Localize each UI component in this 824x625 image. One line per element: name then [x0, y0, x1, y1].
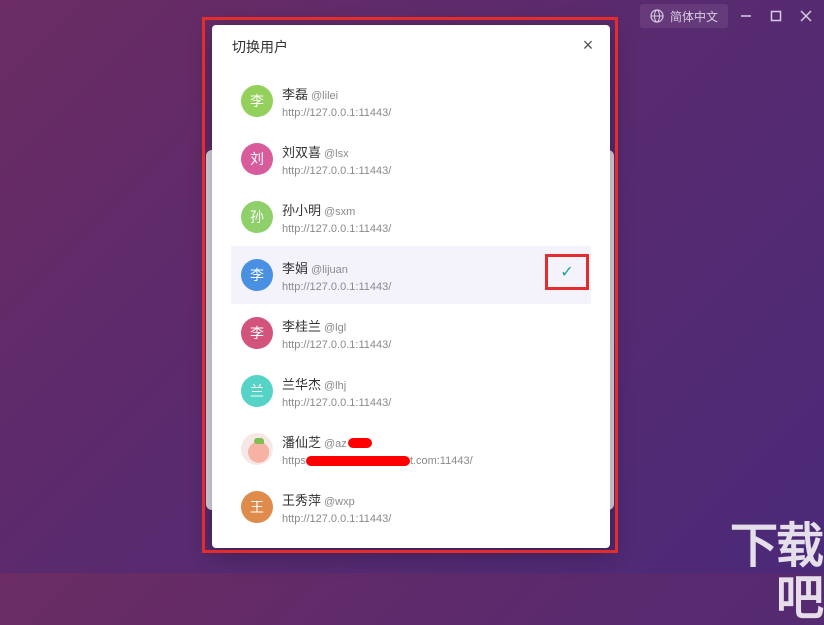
user-url: http://127.0.0.1:11443/ [282, 164, 392, 177]
user-name-line: 潘仙芝 @az [282, 432, 473, 451]
user-name-line: 刘双喜 @lsx [282, 142, 391, 161]
user-name-line: 兰华杰 @lhj [282, 374, 391, 393]
avatar: 王 [241, 491, 273, 523]
user-list: 李 李磊 @lilei http://127.0.0.1:11443/ 刘 刘双喜… [231, 72, 591, 536]
minimize-button[interactable] [734, 4, 758, 28]
peach-avatar-icon [241, 433, 273, 465]
user-url: http://127.0.0.1:11443/ [282, 338, 392, 351]
user-url: http://127.0.0.1:11443/ [282, 512, 392, 525]
avatar: 孙 [241, 201, 273, 233]
globe-icon [650, 9, 664, 23]
user-url: http://127.0.0.1:11443/ [282, 280, 392, 293]
user-item-lijuan[interactable]: 李 李娟 @lijuan http://127.0.0.1:11443/ ✓ [231, 246, 591, 304]
window-close-button[interactable] [794, 4, 818, 28]
language-button[interactable]: 简体中文 [639, 4, 728, 28]
user-url: https t.com:11443/ [282, 455, 473, 467]
user-name: 李娟 [282, 260, 309, 276]
window-controls: 简体中文 [639, 4, 818, 28]
user-name: 兰华杰 [282, 376, 322, 392]
user-name: 孙小明 [282, 202, 322, 218]
check-icon: ✓ [560, 264, 574, 281]
maximize-icon [770, 10, 782, 22]
user-name-line: 李磊 @lilei [282, 84, 391, 103]
user-item-lgl[interactable]: 李 李桂兰 @lgl http://127.0.0.1:11443/ [231, 304, 591, 362]
switch-user-dialog: 切换用户 × 李 李磊 @lilei http://127.0.0.1:11443… [212, 25, 610, 548]
user-item-wxp[interactable]: 王 王秀萍 @wxp http://127.0.0.1:11443/ [231, 478, 591, 536]
selected-check: ✓ [545, 254, 589, 290]
user-url: http://127.0.0.1:11443/ [282, 396, 392, 409]
dialog-title: 切换用户 [232, 39, 288, 55]
user-handle: @wxp [324, 495, 355, 508]
url-suffix: t.com:11443/ [409, 454, 473, 467]
redaction-mark [347, 438, 372, 449]
language-label: 简体中文 [669, 9, 718, 24]
user-url: http://127.0.0.1:11443/ [282, 222, 392, 235]
user-handle: @lsx [324, 147, 349, 160]
maximize-button[interactable] [764, 4, 788, 28]
dialog-close-button[interactable]: × [578, 35, 598, 55]
user-name: 潘仙芝 [282, 434, 322, 450]
user-name: 李磊 [282, 86, 309, 102]
user-item-lilei[interactable]: 李 李磊 @lilei http://127.0.0.1:11443/ [231, 72, 591, 130]
user-handle: @lhj [324, 379, 347, 392]
watermark-logo: 下载吧 [729, 520, 824, 625]
user-url: http://127.0.0.1:11443/ [282, 106, 392, 119]
user-handle: @az [324, 437, 347, 450]
user-name-line: 李娟 @lijuan [282, 258, 391, 277]
user-item-az[interactable]: 潘仙芝 @az https t.com:11443/ [231, 420, 591, 478]
user-handle: @lijuan [311, 263, 348, 276]
minimize-icon [741, 15, 751, 17]
user-handle: @lgl [324, 321, 347, 334]
user-item-lsx[interactable]: 刘 刘双喜 @lsx http://127.0.0.1:11443/ [231, 130, 591, 188]
avatar: 刘 [241, 143, 273, 175]
avatar: 李 [241, 317, 273, 349]
user-item-lhj[interactable]: 兰 兰华杰 @lhj http://127.0.0.1:11443/ [231, 362, 591, 420]
avatar: 李 [241, 85, 273, 117]
avatar: 兰 [241, 375, 273, 407]
avatar: 李 [241, 259, 273, 291]
close-icon: × [582, 34, 594, 55]
user-name: 王秀萍 [282, 492, 322, 508]
user-handle: @lilei [311, 89, 339, 102]
user-name: 李桂兰 [282, 318, 322, 334]
redaction-mark [305, 455, 410, 466]
close-icon [800, 10, 812, 22]
url-prefix: https [282, 454, 306, 467]
user-name-line: 李桂兰 @lgl [282, 316, 391, 335]
user-handle: @sxm [324, 205, 356, 218]
user-name-line: 孙小明 @sxm [282, 200, 391, 219]
user-name: 刘双喜 [282, 144, 322, 160]
user-item-sxm[interactable]: 孙 孙小明 @sxm http://127.0.0.1:11443/ [231, 188, 591, 246]
user-name-line: 王秀萍 @wxp [282, 490, 391, 509]
